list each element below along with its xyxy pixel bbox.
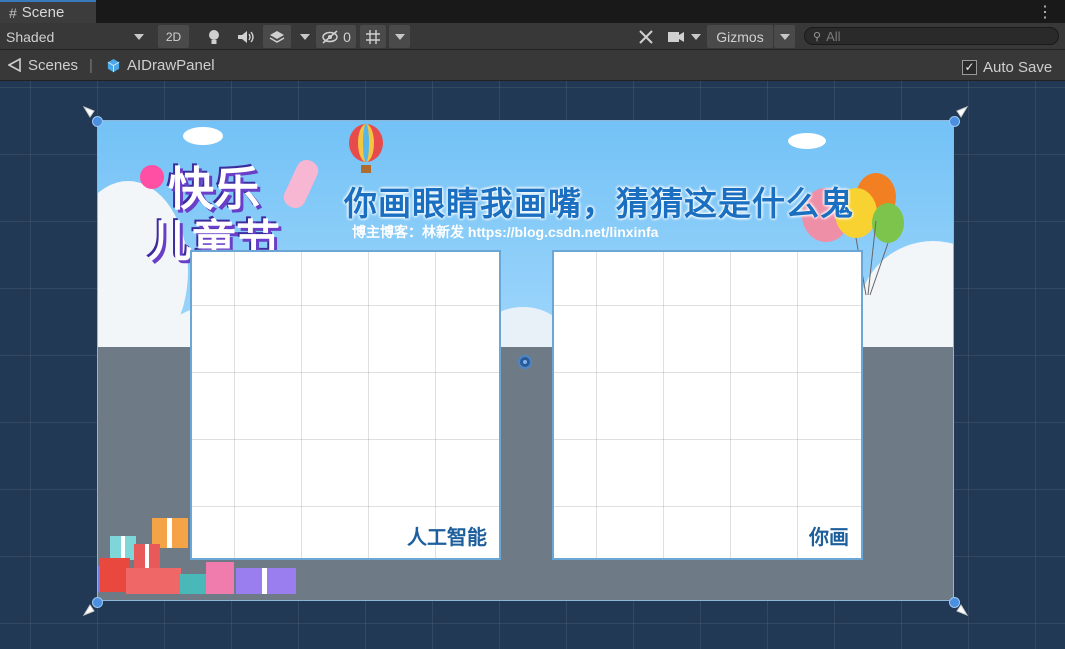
tab-scene-label: Scene xyxy=(21,4,65,21)
auto-save-label: Auto Save xyxy=(983,58,1053,76)
anchor-bottom-right-icon[interactable] xyxy=(955,603,969,617)
breadcrumb-prefab-label: AIDrawPanel xyxy=(127,56,215,74)
camera-icon xyxy=(668,31,684,42)
tab-bar: # Scene ⋮ xyxy=(0,0,1065,23)
ai-panel-label: 人工智能 xyxy=(407,527,487,549)
lightbulb-icon xyxy=(208,29,219,44)
chevron-down-icon xyxy=(394,33,405,40)
camera-dropdown[interactable] xyxy=(664,25,704,48)
chevron-down-icon xyxy=(691,33,701,40)
effects-toggle-button[interactable] xyxy=(263,25,291,48)
gizmos-button[interactable]: Gizmos xyxy=(707,25,773,48)
breadcrumb-scenes[interactable]: Scenes xyxy=(8,50,78,80)
grid-dropdown[interactable] xyxy=(389,25,410,48)
gift-boxes-icon xyxy=(98,518,296,594)
audio-toggle-button[interactable] xyxy=(232,25,259,48)
chevron-down-icon xyxy=(779,33,790,40)
auto-save-checkbox[interactable]: ✓ xyxy=(962,59,977,75)
breadcrumb-separator: | xyxy=(89,56,93,74)
prefab-cube-icon xyxy=(107,58,120,72)
user-drawing-panel[interactable]: 你画 xyxy=(552,250,863,560)
search-input[interactable]: ⚲ All xyxy=(804,27,1059,45)
breadcrumb: Scenes | AIDrawPanel ✓ Auto Save xyxy=(0,50,1065,81)
unity-scene-icon xyxy=(8,58,21,72)
chevron-down-icon xyxy=(300,33,310,40)
chevron-down-icon xyxy=(134,33,144,40)
search-placeholder: All xyxy=(826,28,841,44)
toggle-2d-label: 2D xyxy=(165,29,182,44)
breadcrumb-prefab[interactable]: AIDrawPanel xyxy=(106,50,215,80)
breadcrumb-scenes-label: Scenes xyxy=(28,56,79,74)
lighting-toggle-button[interactable] xyxy=(200,25,227,48)
anchor-bottom-left-icon[interactable] xyxy=(82,603,96,617)
cloud-decoration xyxy=(183,127,223,145)
baby-bottle-icon xyxy=(280,156,322,212)
logo-decoration xyxy=(140,165,164,189)
grid-snap-icon xyxy=(366,29,380,44)
search-icon: ⚲ xyxy=(813,30,822,43)
auto-save-toggle[interactable]: ✓ Auto Save xyxy=(962,52,1052,82)
toggle-2d-button[interactable]: 2D xyxy=(158,25,189,48)
gizmos-label: Gizmos xyxy=(716,28,764,45)
tools-icon xyxy=(639,29,653,44)
ai-drawing-panel[interactable]: 人工智能 xyxy=(190,250,501,560)
cloud-decoration xyxy=(788,133,826,149)
anchor-top-right-icon[interactable] xyxy=(955,105,969,119)
shading-mode-label: Shaded xyxy=(6,28,55,45)
tab-scene[interactable]: # Scene xyxy=(0,0,96,23)
more-options-icon[interactable]: ⋮ xyxy=(1037,2,1053,22)
anchor-top-left-icon[interactable] xyxy=(82,105,96,119)
speaker-icon xyxy=(237,30,254,43)
shading-mode-dropdown[interactable]: Shaded xyxy=(0,25,150,48)
blog-credit: 博主博客：林新发 https://blog.csdn.net/linxinfa xyxy=(352,224,659,240)
hidden-count: 0 xyxy=(343,28,351,45)
user-panel-label: 你画 xyxy=(809,527,849,549)
grid-toggle-button[interactable] xyxy=(360,25,386,48)
eye-slash-icon xyxy=(322,29,338,44)
tools-button[interactable] xyxy=(632,25,660,48)
game-title: 你画眼睛我画嘴，猜猜这是什么鬼 xyxy=(344,185,854,222)
hot-air-balloon-icon xyxy=(349,124,383,173)
layers-icon xyxy=(269,30,285,43)
effects-dropdown[interactable] xyxy=(295,25,315,48)
hidden-objects-toggle[interactable]: 0 xyxy=(316,25,356,48)
scene-viewport[interactable]: 快乐 儿童节 你画眼睛我画嘴，猜猜这是什么鬼 博主博客：林新发 https://… xyxy=(0,81,1065,649)
pivot-handle[interactable] xyxy=(518,355,532,369)
grid-icon: # xyxy=(9,4,17,21)
gizmos-dropdown[interactable] xyxy=(774,25,795,48)
